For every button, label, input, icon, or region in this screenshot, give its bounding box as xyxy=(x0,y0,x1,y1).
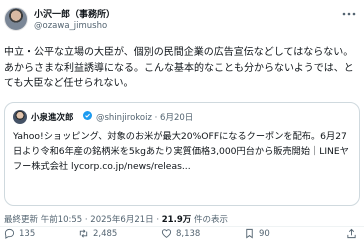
quoted-author-name: 小泉進次郎 xyxy=(31,113,74,123)
repost-icon xyxy=(79,229,88,238)
post-timestamp[interactable]: 最終更新 午前10:55 · 2025年6月21日 · xyxy=(4,215,162,225)
bookmark-count: 90 xyxy=(259,228,270,239)
share-button[interactable] xyxy=(346,228,357,239)
views-count: 21.9万 xyxy=(161,215,192,225)
like-button[interactable]: 8,138 xyxy=(161,228,200,239)
like-count: 8,138 xyxy=(176,228,201,239)
post-meta: 最終更新 午前10:55 · 2025年6月21日 · 21.9万 件の表示 xyxy=(4,213,228,225)
quoted-post[interactable]: 小泉進次郎 @shinjirokoiz · 6月20日 Yahoo!ショッピング… xyxy=(4,102,360,206)
author-name[interactable]: 小沢一郎（事務所） xyxy=(34,7,115,20)
post-text: 中立・公平な立場の大臣が、個別の民間企業の広告宣伝などしてはならない。あからさま… xyxy=(4,47,354,89)
reply-count: 135 xyxy=(19,228,36,239)
reply-icon xyxy=(4,228,15,239)
quoted-handle-date: @shinjirokoiz · 6月20日 xyxy=(96,113,194,123)
views-label: 件の表示 xyxy=(191,215,228,225)
verified-icon xyxy=(83,111,92,120)
bookmark-button[interactable]: 90 xyxy=(244,228,270,239)
author-handle[interactable]: @ozawa_jimusho xyxy=(34,21,107,31)
repost-button[interactable]: 2,485 xyxy=(78,228,117,239)
quoted-avatar xyxy=(13,110,27,124)
quoted-link[interactable]: lycorp.co.jp/news/releas... xyxy=(71,161,191,172)
more-options-icon[interactable] xyxy=(342,9,356,19)
heart-icon xyxy=(161,229,172,238)
reply-button[interactable]: 135 xyxy=(4,228,35,239)
action-bar: 135 2,485 8,138 90 xyxy=(0,227,364,241)
bookmark-icon xyxy=(246,228,253,239)
share-icon xyxy=(347,228,356,239)
quoted-text: Yahoo!ショッピング、対象のお米が最大20%OFFになるクーポンを配布。6月… xyxy=(13,129,355,174)
avatar[interactable] xyxy=(4,7,28,31)
repost-count: 2,485 xyxy=(93,228,118,239)
post-header: 小沢一郎（事務所） @ozawa_jimusho xyxy=(0,0,364,40)
